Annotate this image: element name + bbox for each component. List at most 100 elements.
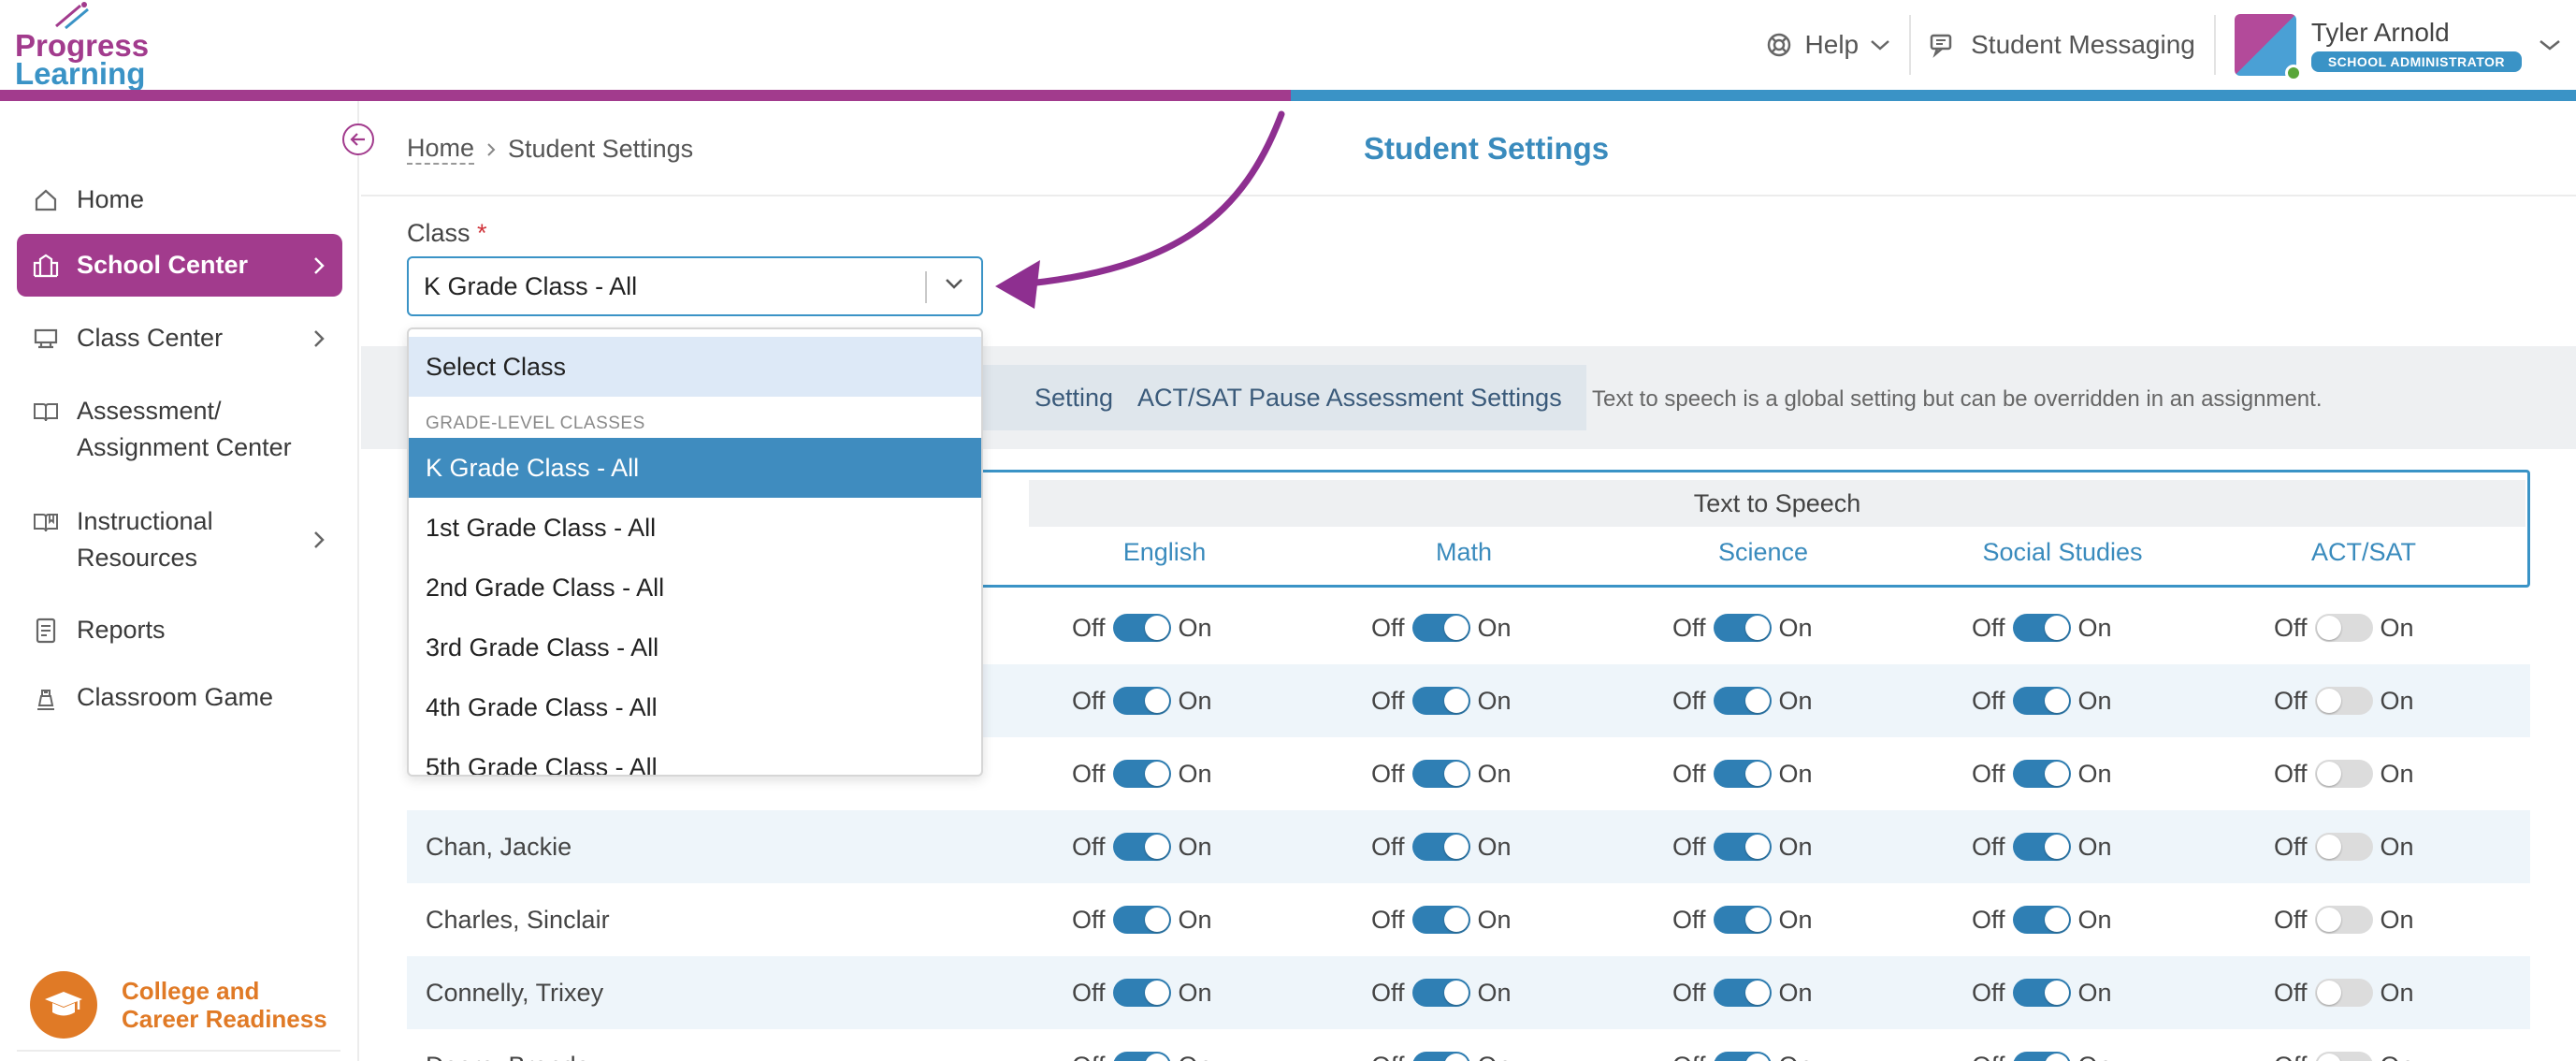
tts-toggle[interactable]: Off On bbox=[1371, 1052, 1512, 1061]
toggle-switch[interactable] bbox=[1411, 906, 1470, 934]
tts-toggle[interactable]: Off On bbox=[1972, 906, 2112, 935]
tts-toggle[interactable]: Off On bbox=[1672, 979, 1813, 1008]
tts-toggle[interactable]: Off On bbox=[1972, 760, 2112, 789]
tts-toggle[interactable]: Off On bbox=[1072, 687, 1212, 716]
tts-toggle[interactable]: Off On bbox=[1972, 614, 2112, 643]
toggle-switch[interactable] bbox=[2012, 979, 2071, 1007]
toggle-switch[interactable] bbox=[2012, 833, 2071, 861]
tts-toggle[interactable]: Off On bbox=[1672, 906, 1813, 935]
tts-toggle[interactable]: Off On bbox=[1072, 1052, 1212, 1061]
lifebuoy-icon bbox=[1767, 33, 1790, 57]
toggle-switch[interactable] bbox=[1112, 760, 1171, 788]
tts-toggle[interactable]: Off On bbox=[1072, 833, 1212, 862]
student-messaging-link[interactable]: Student Messaging bbox=[1911, 15, 2214, 75]
toggle-switch[interactable] bbox=[1112, 614, 1171, 642]
toggle-switch[interactable] bbox=[1112, 979, 1171, 1007]
tts-toggle[interactable]: Off On bbox=[1371, 760, 1512, 789]
toggle-switch[interactable] bbox=[1411, 760, 1470, 788]
toggle-switch[interactable] bbox=[1411, 979, 1470, 1007]
toggle-switch[interactable] bbox=[2012, 687, 2071, 715]
tts-toggle[interactable]: Off On bbox=[2274, 614, 2414, 643]
toggle-switch[interactable] bbox=[2314, 906, 2373, 934]
tts-toggle[interactable]: Off On bbox=[2274, 833, 2414, 862]
toggle-switch[interactable] bbox=[2314, 760, 2373, 788]
classroom-icon bbox=[32, 320, 60, 356]
column-header-science: Science bbox=[1717, 538, 1809, 566]
toggle-switch[interactable] bbox=[1713, 760, 1772, 788]
tts-toggle[interactable]: Off On bbox=[1672, 833, 1813, 862]
toggle-switch[interactable] bbox=[2314, 1052, 2373, 1061]
tts-toggle[interactable]: Off On bbox=[1972, 833, 2112, 862]
toggle-switch[interactable] bbox=[1411, 614, 1470, 642]
tts-toggle[interactable]: Off On bbox=[1072, 979, 1212, 1008]
tts-toggle[interactable]: Off On bbox=[1371, 906, 1512, 935]
toggle-switch[interactable] bbox=[1411, 687, 1470, 715]
toggle-switch[interactable] bbox=[1112, 906, 1171, 934]
progress-learning-logo[interactable]: Progress Learning bbox=[15, 2, 149, 89]
tts-toggle[interactable]: Off On bbox=[2274, 906, 2414, 935]
tts-toggle[interactable]: Off On bbox=[2274, 979, 2414, 1008]
toggle-switch[interactable] bbox=[2314, 614, 2373, 642]
tts-toggle[interactable]: Off On bbox=[1371, 687, 1512, 716]
tts-toggle[interactable]: Off On bbox=[1371, 614, 1512, 643]
sidebar-item-school-center[interactable]: School Center bbox=[17, 234, 342, 297]
tts-toggle[interactable]: Off On bbox=[1072, 614, 1212, 643]
toggle-switch[interactable] bbox=[2012, 1052, 2071, 1061]
sidebar-item-home[interactable]: Home bbox=[17, 168, 342, 231]
class-select[interactable]: K Grade Class - All bbox=[407, 256, 983, 316]
tts-toggle[interactable]: Off On bbox=[1371, 979, 1512, 1008]
tts-toggle[interactable]: Off On bbox=[1672, 687, 1813, 716]
toggle-switch[interactable] bbox=[2314, 687, 2373, 715]
tts-toggle[interactable]: Off On bbox=[1072, 906, 1212, 935]
chevron-down-icon bbox=[2540, 40, 2560, 51]
tts-toggle[interactable]: Off On bbox=[2274, 760, 2414, 789]
toggle-switch[interactable] bbox=[2012, 614, 2071, 642]
toggle-switch[interactable] bbox=[1713, 833, 1772, 861]
sidebar-item-assessment-center[interactable]: Assessment/ Assignment Center bbox=[17, 380, 342, 479]
toggle-off-label: Off bbox=[1072, 978, 1106, 1007]
toggle-switch[interactable] bbox=[2012, 906, 2071, 934]
collapse-sidebar-button[interactable] bbox=[342, 124, 374, 155]
tts-toggle[interactable]: Off On bbox=[2274, 687, 2414, 716]
college-career-readiness-link[interactable]: College and Career Readiness bbox=[30, 971, 327, 1039]
sidebar-item-class-center[interactable]: Class Center bbox=[17, 307, 342, 370]
tts-toggle[interactable]: Off On bbox=[1972, 687, 2112, 716]
toggle-switch[interactable] bbox=[1713, 687, 1772, 715]
tts-toggle[interactable]: Off On bbox=[1072, 760, 1212, 789]
toggle-switch[interactable] bbox=[1112, 833, 1171, 861]
tts-toggle[interactable]: Off On bbox=[1672, 1052, 1813, 1061]
tts-toggle[interactable]: Off On bbox=[1972, 979, 2112, 1008]
tts-toggle[interactable]: Off On bbox=[1672, 760, 1813, 789]
tts-toggle[interactable]: Off On bbox=[1972, 1052, 2112, 1061]
toggle-switch[interactable] bbox=[1713, 906, 1772, 934]
toggle-switch[interactable] bbox=[1112, 1052, 1171, 1061]
toggle-switch[interactable] bbox=[1411, 833, 1470, 861]
dropdown-option[interactable]: 2nd Grade Class - All bbox=[409, 558, 981, 618]
toggle-switch[interactable] bbox=[1411, 1052, 1470, 1061]
sidebar-item-label: Home bbox=[77, 185, 145, 213]
toggle-switch[interactable] bbox=[2314, 979, 2373, 1007]
dropdown-option[interactable]: 3rd Grade Class - All bbox=[409, 618, 981, 677]
toggle-switch[interactable] bbox=[1713, 1052, 1772, 1061]
dropdown-option[interactable]: 5th Grade Class - All bbox=[409, 737, 981, 776]
sidebar-item-label: Classroom Game bbox=[77, 683, 274, 711]
sidebar-item-instructional-resources[interactable]: Instructional Resources bbox=[17, 490, 342, 589]
dropdown-option[interactable]: K Grade Class - All bbox=[409, 438, 981, 498]
tts-toggle[interactable]: Off On bbox=[1371, 833, 1512, 862]
toggle-switch[interactable] bbox=[1112, 687, 1171, 715]
dropdown-option-select-class[interactable]: Select Class bbox=[409, 337, 981, 397]
breadcrumb-home-link[interactable]: Home bbox=[407, 134, 475, 165]
tab-act-sat-pause-settings[interactable]: ACT/SAT Pause Assessment Settings bbox=[1113, 365, 1586, 430]
toggle-switch[interactable] bbox=[1713, 979, 1772, 1007]
sidebar-item-classroom-game[interactable]: Classroom Game bbox=[17, 666, 342, 729]
dropdown-option[interactable]: 4th Grade Class - All bbox=[409, 677, 981, 737]
toggle-switch[interactable] bbox=[2314, 833, 2373, 861]
toggle-switch[interactable] bbox=[2012, 760, 2071, 788]
user-menu[interactable]: Tyler Arnold SCHOOL ADMINISTRATOR bbox=[2216, 0, 2576, 90]
tts-toggle[interactable]: Off On bbox=[2274, 1052, 2414, 1061]
sidebar-item-reports[interactable]: Reports bbox=[17, 599, 342, 661]
toggle-switch[interactable] bbox=[1713, 614, 1772, 642]
help-menu[interactable]: Help bbox=[1747, 15, 1910, 75]
dropdown-option[interactable]: 1st Grade Class - All bbox=[409, 498, 981, 558]
tts-toggle[interactable]: Off On bbox=[1672, 614, 1813, 643]
